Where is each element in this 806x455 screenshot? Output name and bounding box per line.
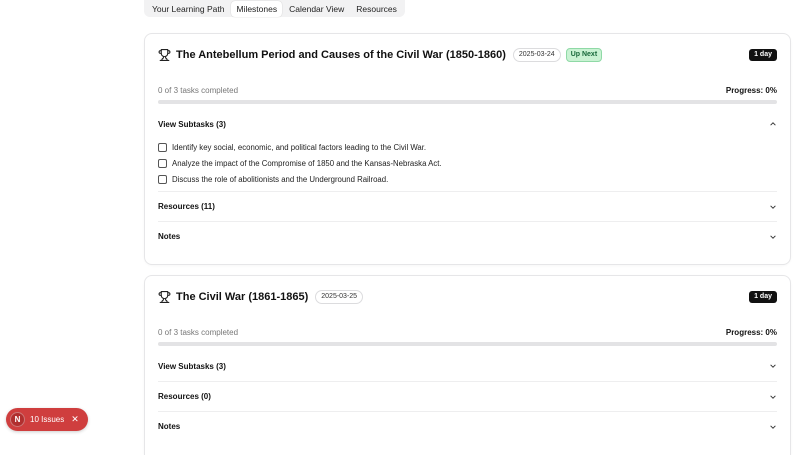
- tab-calendar-view[interactable]: Calendar View: [284, 1, 349, 17]
- resources-label: Resources (0): [158, 392, 211, 401]
- progress-bar: [158, 100, 777, 104]
- notes-label: Notes: [158, 232, 181, 241]
- tab-milestones[interactable]: Milestones: [231, 0, 283, 17]
- subtask-text: Analyze the impact of the Compromise of …: [172, 158, 442, 168]
- milestone-title: The Civil War (1861-1865): [176, 291, 309, 303]
- chevron-down-icon: [770, 364, 776, 368]
- tasks-completed: 0 of 3 tasks completed: [158, 86, 239, 95]
- chevron-down-icon: [770, 234, 776, 239]
- nextjs-logo-icon: N: [10, 412, 25, 427]
- milestone-card: The Civil War (1861-1865) 2025-03-25 1 d…: [144, 275, 791, 455]
- duration-badge: 1 day: [749, 291, 777, 303]
- subtasks-label: View Subtasks (3): [158, 361, 226, 371]
- view-tabs: Your Learning Path Milestones Calendar V…: [144, 0, 405, 17]
- resources-label: Resources (11): [158, 202, 215, 211]
- notes-label: Notes: [158, 422, 181, 431]
- issues-count[interactable]: 10 Issues: [30, 415, 64, 424]
- issues-badge[interactable]: N 10 Issues ✕: [6, 408, 88, 431]
- chevron-down-icon: [770, 394, 776, 399]
- subtask-item: Analyze the impact of the Compromise of …: [158, 155, 442, 171]
- tab-resources[interactable]: Resources: [351, 1, 402, 17]
- resources-toggle[interactable]: Resources (0): [158, 381, 777, 411]
- notes-toggle[interactable]: Notes: [158, 411, 777, 441]
- notes-toggle[interactable]: Notes: [158, 221, 777, 251]
- resources-toggle[interactable]: Resources (11): [158, 191, 777, 221]
- milestone-header: The Civil War (1861-1865) 2025-03-25: [158, 290, 364, 304]
- milestone-card: The Antebellum Period and Causes of the …: [144, 33, 791, 265]
- trophy-icon: [158, 49, 171, 61]
- view-subtasks-toggle[interactable]: View Subtasks (3): [158, 109, 777, 139]
- trophy-icon: [158, 291, 171, 303]
- subtask-item: Discuss the role of abolitionists and th…: [158, 171, 442, 187]
- milestone-title: The Antebellum Period and Causes of the …: [176, 49, 506, 61]
- duration-badge: 1 day: [749, 49, 777, 61]
- progress-percent: Progress: 0%: [725, 86, 777, 95]
- date-badge: 2025-03-25: [315, 290, 364, 304]
- tasks-completed: 0 of 3 tasks completed: [158, 328, 239, 337]
- subtask-checkbox[interactable]: [158, 174, 167, 184]
- milestone-header: The Antebellum Period and Causes of the …: [158, 48, 603, 62]
- date-badge: 2025-03-24: [512, 48, 561, 62]
- progress-row: 0 of 3 tasks completed Progress: 0%: [158, 328, 777, 337]
- subtask-item: Identify key social, economic, and polit…: [158, 139, 442, 155]
- status-badge: Up Next: [565, 48, 603, 62]
- close-icon[interactable]: ✕: [71, 414, 79, 425]
- subtask-checkbox[interactable]: [158, 158, 167, 168]
- subtask-list: Identify key social, economic, and polit…: [158, 139, 442, 187]
- subtasks-label: View Subtasks (3): [158, 119, 226, 129]
- chevron-down-icon: [770, 424, 776, 429]
- view-subtasks-toggle[interactable]: View Subtasks (3): [158, 351, 777, 381]
- progress-bar: [158, 342, 777, 346]
- tab-your-learning-path[interactable]: Your Learning Path: [147, 1, 229, 17]
- chevron-up-icon: [770, 122, 776, 126]
- progress-percent: Progress: 0%: [725, 328, 777, 337]
- progress-row: 0 of 3 tasks completed Progress: 0%: [158, 86, 777, 95]
- subtask-checkbox[interactable]: [158, 142, 167, 152]
- subtask-text: Discuss the role of abolitionists and th…: [172, 174, 389, 184]
- chevron-down-icon: [770, 204, 776, 209]
- subtask-text: Identify key social, economic, and polit…: [172, 142, 427, 152]
